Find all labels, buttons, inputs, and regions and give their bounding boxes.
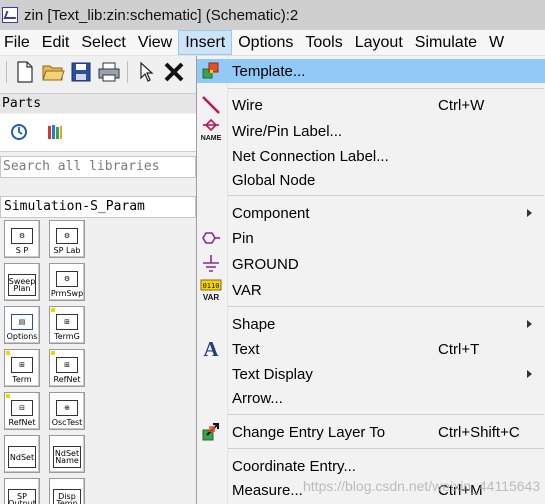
menu-file[interactable]: File <box>0 30 36 55</box>
window-title: zin [Text_lib:zin:schematic] (Schematic)… <box>24 6 299 24</box>
menu-layout[interactable]: Layout <box>349 30 409 55</box>
save-icon[interactable] <box>69 60 93 84</box>
palette-osctest-button[interactable]: ⊕ OscTest <box>49 392 85 430</box>
palette-prmswp-button[interactable]: ⚙ PrmSwp <box>49 263 85 301</box>
menu-window[interactable]: W <box>483 30 510 55</box>
menu-tools[interactable]: Tools <box>299 30 348 55</box>
menu-item-ground[interactable]: GROUND <box>197 252 545 276</box>
submenu-arrow-icon <box>527 320 532 328</box>
menu-separator <box>228 414 544 415</box>
title-bar: zin [Text_lib:zin:schematic] (Schematic)… <box>0 0 545 30</box>
menu-bar: File Edit Select View Insert Options Too… <box>0 30 545 56</box>
history-icon[interactable] <box>9 122 29 142</box>
termg-icon: ⊞ <box>56 314 78 330</box>
svg-text:0110: 0110 <box>203 282 220 290</box>
menu-item-text[interactable]: A Text Ctrl+T <box>197 337 545 361</box>
refnet-dsn-icon: ⊟ <box>11 400 33 416</box>
menu-item-measure[interactable]: Measure... Ctrl+M <box>197 478 545 502</box>
menu-item-change-entry-layer[interactable]: Change Entry Layer To Ctrl+Shift+C <box>197 420 545 444</box>
parts-header: Parts <box>0 93 196 113</box>
parts-tools <box>0 114 196 152</box>
menu-separator <box>228 306 544 307</box>
menu-separator <box>228 195 544 196</box>
options-window-icon: ▤ <box>11 314 33 330</box>
sp-gear-icon: ⚙ <box>11 228 33 244</box>
menu-separator <box>228 448 544 449</box>
change-layer-icon <box>199 420 223 444</box>
app-icon <box>2 7 18 23</box>
menu-item-wire[interactable]: Wire Ctrl+W <box>197 93 545 117</box>
osctest-icon: ⊕ <box>56 400 78 416</box>
submenu-arrow-icon <box>527 370 532 378</box>
ground-icon <box>199 252 223 276</box>
palette-sp-output-button[interactable]: SP Output <box>4 478 40 504</box>
text-icon: A <box>203 336 219 361</box>
palette-ndset-name-button[interactable]: NdSet Name <box>49 435 85 473</box>
menu-options[interactable]: Options <box>232 30 299 55</box>
open-folder-icon[interactable] <box>41 60 65 84</box>
new-document-icon[interactable] <box>13 60 37 84</box>
menu-item-shape[interactable]: Shape <box>197 312 545 336</box>
palette-refnet-button[interactable]: ⊞ RefNet <box>49 349 85 387</box>
menu-view[interactable]: View <box>132 30 178 55</box>
palette-sp-lab-button[interactable]: ⚙ SP Lab <box>49 220 85 258</box>
pointer-icon[interactable] <box>134 60 158 84</box>
param-sweep-icon: ⚙ <box>56 271 78 287</box>
term-icon: ⊞ <box>11 357 33 373</box>
var-icon: 0110 VAR <box>199 278 223 302</box>
palette-options-button[interactable]: ▤ Options <box>4 306 40 344</box>
refnet-icon: ⊞ <box>56 357 78 373</box>
component-palette: ⚙ S P ⚙ SP Lab Sweep Plan ⚙ PrmSwp ▤ Opt… <box>0 219 196 504</box>
library-select[interactable]: Simulation-S_Param <box>0 196 196 218</box>
svg-text:VAR: VAR <box>203 293 220 302</box>
menu-item-wire-pin-label[interactable]: NAME Wire/Pin Label... <box>197 119 545 143</box>
parts-panel: Parts Search all libraries Simulation-S_… <box>0 88 196 504</box>
library-browser-icon[interactable] <box>45 122 65 142</box>
palette-termg-button[interactable]: ⊞ TermG <box>49 306 85 344</box>
toolbar-grip <box>6 61 7 83</box>
name-label-icon: NAME <box>199 119 223 143</box>
menu-item-component[interactable]: Component <box>197 201 545 225</box>
menu-select[interactable]: Select <box>75 30 131 55</box>
menu-item-coordinate-entry[interactable]: Coordinate Entry... <box>197 454 545 478</box>
submenu-arrow-icon <box>527 209 532 217</box>
menu-item-var[interactable]: 0110 VAR VAR <box>197 278 545 302</box>
pin-icon <box>199 226 223 250</box>
svg-text:NAME: NAME <box>201 135 222 142</box>
toolbar-separator <box>127 61 128 83</box>
menu-item-pin[interactable]: Pin <box>197 226 545 250</box>
search-libraries-input[interactable]: Search all libraries <box>0 156 196 178</box>
menu-item-text-display[interactable]: Text Display <box>197 362 545 386</box>
palette-refnet-dsn-button[interactable]: ⊟ RefNet <box>4 392 40 430</box>
palette-term-button[interactable]: ⊞ Term <box>4 349 40 387</box>
menu-item-arrow[interactable]: Arrow... <box>197 386 545 410</box>
menu-edit[interactable]: Edit <box>36 30 76 55</box>
palette-disp-temp-button[interactable]: Disp Temp <box>49 478 85 504</box>
menu-insert[interactable]: Insert <box>178 30 233 55</box>
menu-simulate[interactable]: Simulate <box>409 30 483 55</box>
delete-x-icon[interactable] <box>162 60 186 84</box>
wire-icon <box>199 93 223 117</box>
palette-sp-button[interactable]: ⚙ S P <box>4 220 40 258</box>
palette-ndset-button[interactable]: NdSet <box>4 435 40 473</box>
menu-item-net-connection-label[interactable]: Net Connection Label... <box>197 144 545 168</box>
template-icon <box>199 59 223 83</box>
palette-sweep-plan-button[interactable]: Sweep Plan <box>4 263 40 301</box>
insert-dropdown-menu: Template... Wire Ctrl+W NAME Wire/Pin La… <box>196 56 545 504</box>
menu-item-global-node[interactable]: Global Node <box>197 168 545 192</box>
menu-item-template[interactable]: Template... <box>197 59 545 83</box>
sp-lab-gear-icon: ⚙ <box>56 228 78 244</box>
toolbar <box>0 56 200 88</box>
menu-separator <box>228 88 544 89</box>
print-icon[interactable] <box>97 60 121 84</box>
